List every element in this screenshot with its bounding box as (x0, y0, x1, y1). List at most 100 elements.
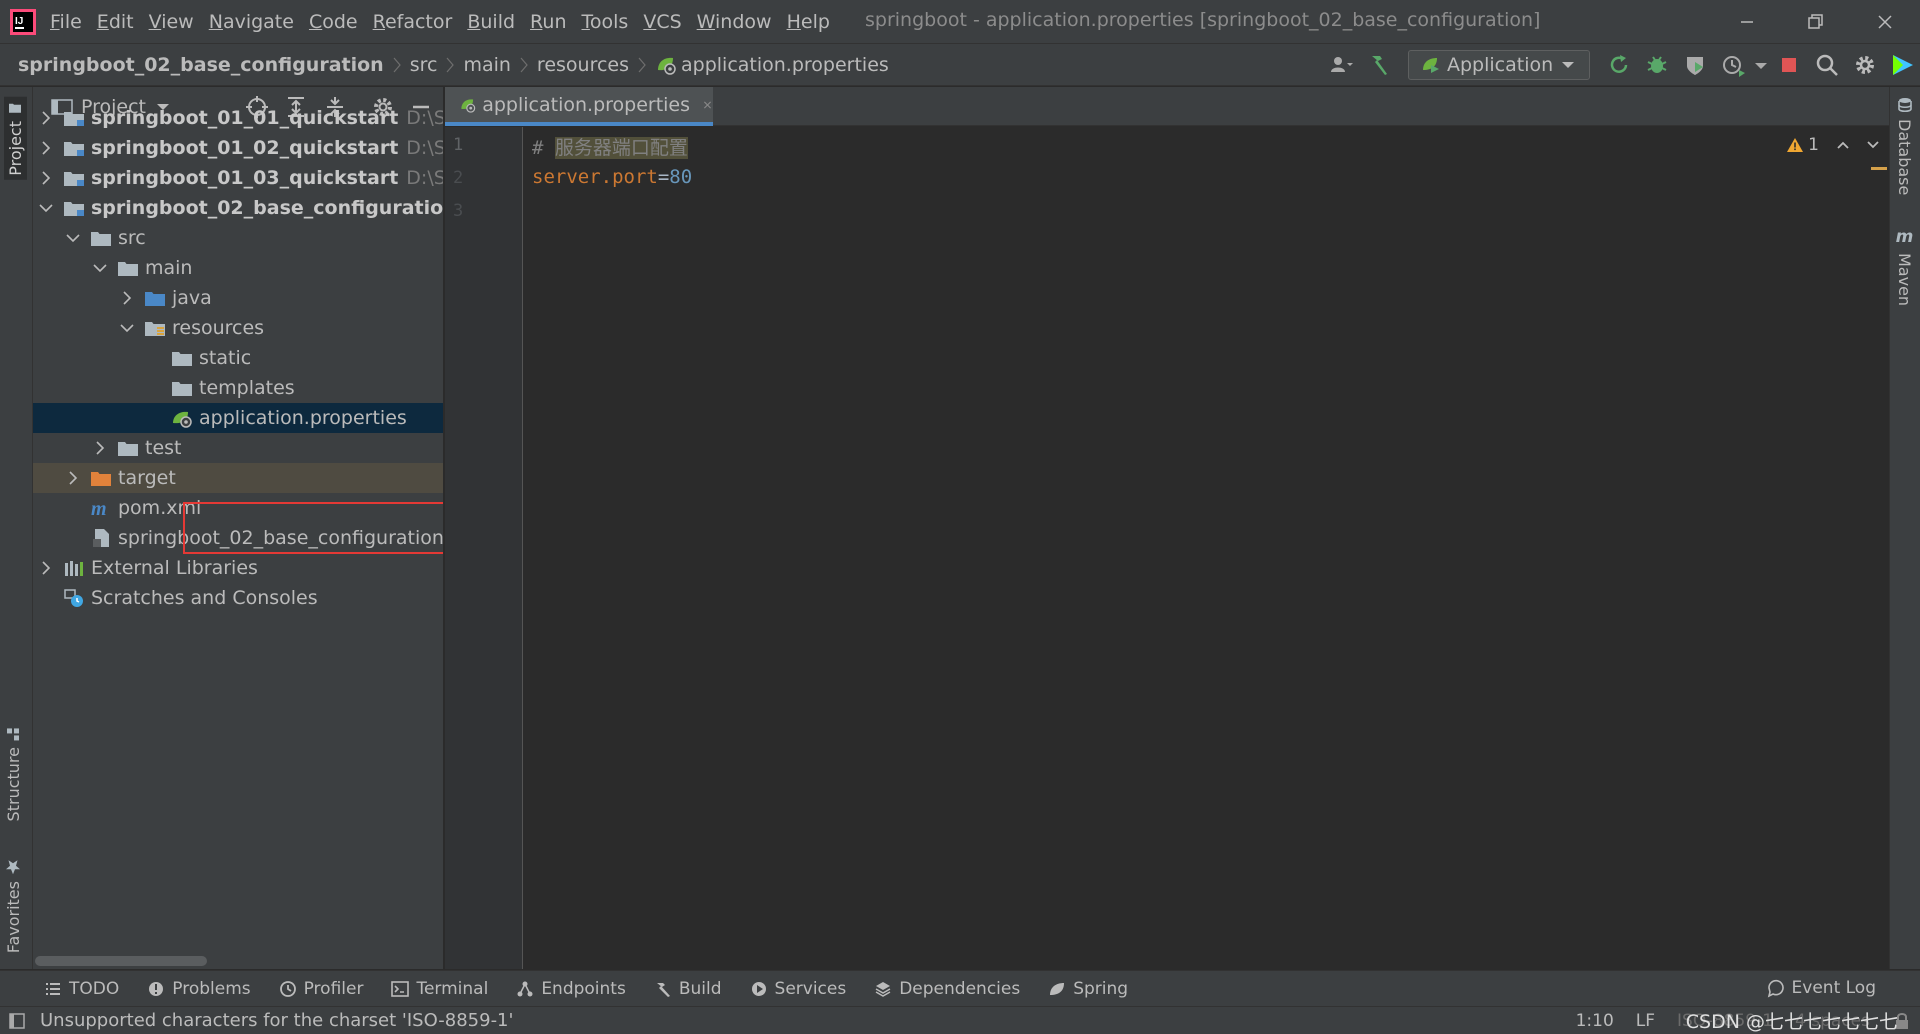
comment-hash: # (532, 137, 544, 159)
tool-window-services[interactable]: Services (750, 979, 846, 999)
maven-tool-tab[interactable]: m Maven (1895, 227, 1914, 306)
breadcrumb-resources[interactable]: resources (537, 54, 629, 76)
chevron-right-icon[interactable] (64, 469, 82, 487)
restore-icon[interactable] (1803, 10, 1827, 34)
tool-window-profiler[interactable]: Profiler (279, 979, 363, 999)
menu-label-rest: uild (480, 10, 516, 33)
chevron-right-icon[interactable] (37, 169, 55, 187)
tree-item[interactable]: External Libraries (33, 553, 443, 583)
rerun-icon[interactable] (1606, 52, 1632, 78)
menu-build[interactable]: Build (467, 11, 515, 33)
close-tab-icon[interactable] (702, 98, 713, 112)
tree-item-path: D:\Spring (406, 107, 444, 129)
tree-item[interactable]: springboot_02_base_configurationD:\ (33, 193, 443, 223)
caret-position[interactable]: 1:10 (1576, 1011, 1614, 1031)
chevron-down-icon[interactable] (91, 259, 109, 277)
tree-item[interactable]: resources (33, 313, 443, 343)
menu-navigate[interactable]: Navigate (209, 11, 294, 33)
inspection-widget[interactable]: 1 (1786, 135, 1881, 155)
tool-window-terminal[interactable]: Terminal (391, 979, 488, 999)
close-window-icon[interactable] (1873, 10, 1897, 34)
chevron-down-icon[interactable] (37, 199, 55, 217)
tree-spacer (37, 589, 55, 607)
search-icon[interactable] (1814, 52, 1840, 78)
tree-item[interactable]: application.properties (33, 403, 443, 433)
warning-stripe-marker[interactable] (1871, 167, 1887, 170)
menu-file[interactable]: File (50, 11, 82, 33)
breadcrumb-src[interactable]: src (410, 54, 438, 76)
chevron-right-icon[interactable] (118, 289, 136, 307)
tool-window-spring[interactable]: Spring (1048, 979, 1128, 999)
database-tool-tab[interactable]: Database (1895, 97, 1914, 195)
project-tool-tab[interactable]: Project (4, 97, 27, 180)
more-run-options-icon[interactable] (1754, 52, 1768, 78)
run-configuration-selector[interactable]: Application (1408, 49, 1590, 80)
chevron-down-icon[interactable] (118, 319, 136, 337)
chevron-right-icon[interactable] (37, 139, 55, 157)
tool-window-todo[interactable]: TODO (44, 979, 119, 999)
breadcrumb-file[interactable]: application.properties (681, 54, 889, 76)
tool-window-build[interactable]: Build (654, 979, 722, 999)
toggle-tool-windows-icon[interactable] (8, 1012, 26, 1030)
tree-item-label: springboot_01_02_quickstart (91, 137, 399, 159)
breadcrumb-project[interactable]: springboot_02_base_configuration (18, 54, 384, 76)
tree-item[interactable]: templates (33, 373, 443, 403)
tree-item[interactable]: target (33, 463, 443, 493)
menu-edit[interactable]: Edit (97, 11, 134, 33)
tree-item[interactable]: m pom.xml (33, 493, 443, 523)
chevron-right-icon[interactable] (91, 439, 109, 457)
favorites-tool-tab[interactable]: Favorites (4, 859, 23, 953)
menu-run[interactable]: Run (530, 11, 566, 33)
build-hammer-icon[interactable] (1366, 52, 1392, 78)
tree-item[interactable]: springboot_01_01_quickstart D:\Spring (33, 103, 444, 133)
title-bar: IJ File Edit View Navigate Code Refactor Build… (0, 0, 1920, 43)
menu-code[interactable]: Code (309, 11, 358, 33)
tree-item[interactable]: src (33, 223, 443, 253)
menu-refactor[interactable]: Refactor (373, 11, 453, 33)
tree-item-label: test (145, 437, 182, 459)
tool-window-problems[interactable]: Problems (147, 979, 251, 999)
minimize-icon[interactable] (1735, 10, 1759, 34)
horizontal-scrollbar[interactable] (35, 956, 207, 966)
event-log-button[interactable]: Event Log (1766, 978, 1876, 998)
tree-item[interactable]: Scratches and Consoles (33, 583, 443, 613)
endpoints-icon (517, 981, 533, 996)
line-number: 1 (453, 135, 464, 155)
structure-icon (7, 728, 20, 740)
project-tool-tab-label: Project (6, 121, 25, 176)
debug-icon[interactable] (1644, 52, 1670, 78)
plugin-logo-icon[interactable] (1890, 52, 1916, 78)
line-separator[interactable]: LF (1636, 1011, 1655, 1031)
chevron-right-icon[interactable] (37, 559, 55, 577)
tree-item[interactable]: springboot_01_02_quickstart D:\Spring (33, 133, 443, 163)
tree-item[interactable]: springboot_02_base_configuration.im (33, 523, 443, 553)
code-editor[interactable]: # 服务器端口配置 server.port=80 1 (524, 127, 1889, 969)
menu-vcs[interactable]: VCS (643, 11, 681, 33)
tree-item[interactable]: static (33, 343, 443, 373)
previous-highlight-icon[interactable] (1835, 137, 1851, 153)
menu-help[interactable]: Help (787, 11, 830, 33)
folder-icon (172, 352, 192, 366)
editor-tab-application-properties[interactable]: application.properties (445, 87, 713, 126)
user-dropdown-icon[interactable] (1328, 52, 1354, 78)
tool-window-endpoints[interactable]: Endpoints (516, 979, 626, 999)
menu-tools[interactable]: Tools (582, 11, 629, 33)
next-highlight-icon[interactable] (1865, 137, 1881, 153)
tree-item[interactable]: java (33, 283, 443, 313)
breadcrumb-main[interactable]: main (463, 54, 510, 76)
tree-item[interactable]: main (33, 253, 443, 283)
profile-icon[interactable] (1720, 52, 1746, 78)
chevron-right-icon[interactable] (37, 109, 55, 127)
tree-item[interactable]: springboot_01_03_quickstart D:\Spring (33, 163, 443, 193)
tree-item[interactable]: test (33, 433, 443, 463)
menu-window[interactable]: Window (697, 11, 772, 33)
stop-icon[interactable] (1776, 52, 1802, 78)
status-message[interactable]: Unsupported characters for the charset '… (40, 1010, 513, 1031)
menu-view[interactable]: View (149, 11, 194, 33)
tree-item-label: Scratches and Consoles (91, 587, 318, 609)
structure-tool-tab[interactable]: Structure (4, 727, 23, 821)
coverage-icon[interactable] (1682, 52, 1708, 78)
tool-window-dependencies[interactable]: Dependencies (874, 979, 1020, 999)
settings-gear-icon[interactable] (1852, 52, 1878, 78)
chevron-down-icon[interactable] (64, 229, 82, 247)
